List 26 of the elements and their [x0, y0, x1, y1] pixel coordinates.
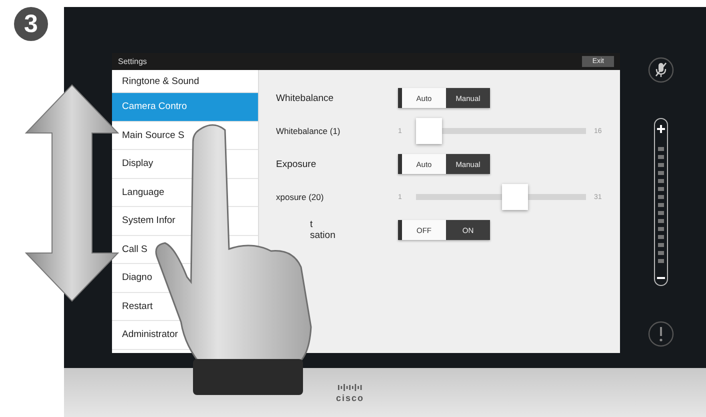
setting-label: xposure (20) — [276, 192, 325, 202]
panel-title: Settings — [118, 57, 147, 66]
step-number-badge: 3 — [14, 7, 48, 41]
minus-icon[interactable] — [656, 276, 666, 280]
sidebar-item[interactable]: Language — [122, 178, 164, 206]
setting-label: Exposure — [276, 158, 318, 170]
slider-thumb[interactable] — [416, 118, 442, 144]
sidebar-item[interactable]: System Infor — [122, 207, 176, 234]
volume-control[interactable] — [654, 118, 668, 286]
setting-label: Whitebalance (1) — [276, 126, 342, 136]
sidebar-item[interactable]: Call S — [122, 236, 148, 263]
plus-icon[interactable] — [656, 124, 666, 134]
sidebar-item[interactable]: Restart — [122, 292, 153, 320]
sidebar-item[interactable]: Administrator — [122, 321, 178, 348]
sidebar-item[interactable]: Diagno — [122, 264, 152, 292]
slider-thumb[interactable] — [502, 184, 528, 210]
setting-label: sation — [310, 230, 336, 241]
setting-label: Whitebalance — [276, 92, 335, 104]
setting-label: t — [310, 219, 314, 230]
brand-logo-text: cisco — [336, 392, 364, 402]
microphone-muted-icon[interactable] — [648, 57, 674, 83]
sidebar-item[interactable]: Ringtone & Sound — [122, 70, 200, 92]
sidebar-item[interactable]: Display — [122, 150, 154, 178]
alert-icon[interactable] — [648, 321, 674, 347]
sidebar-item[interactable]: Main Source S — [122, 122, 184, 149]
logo-bars-icon — [336, 382, 363, 392]
